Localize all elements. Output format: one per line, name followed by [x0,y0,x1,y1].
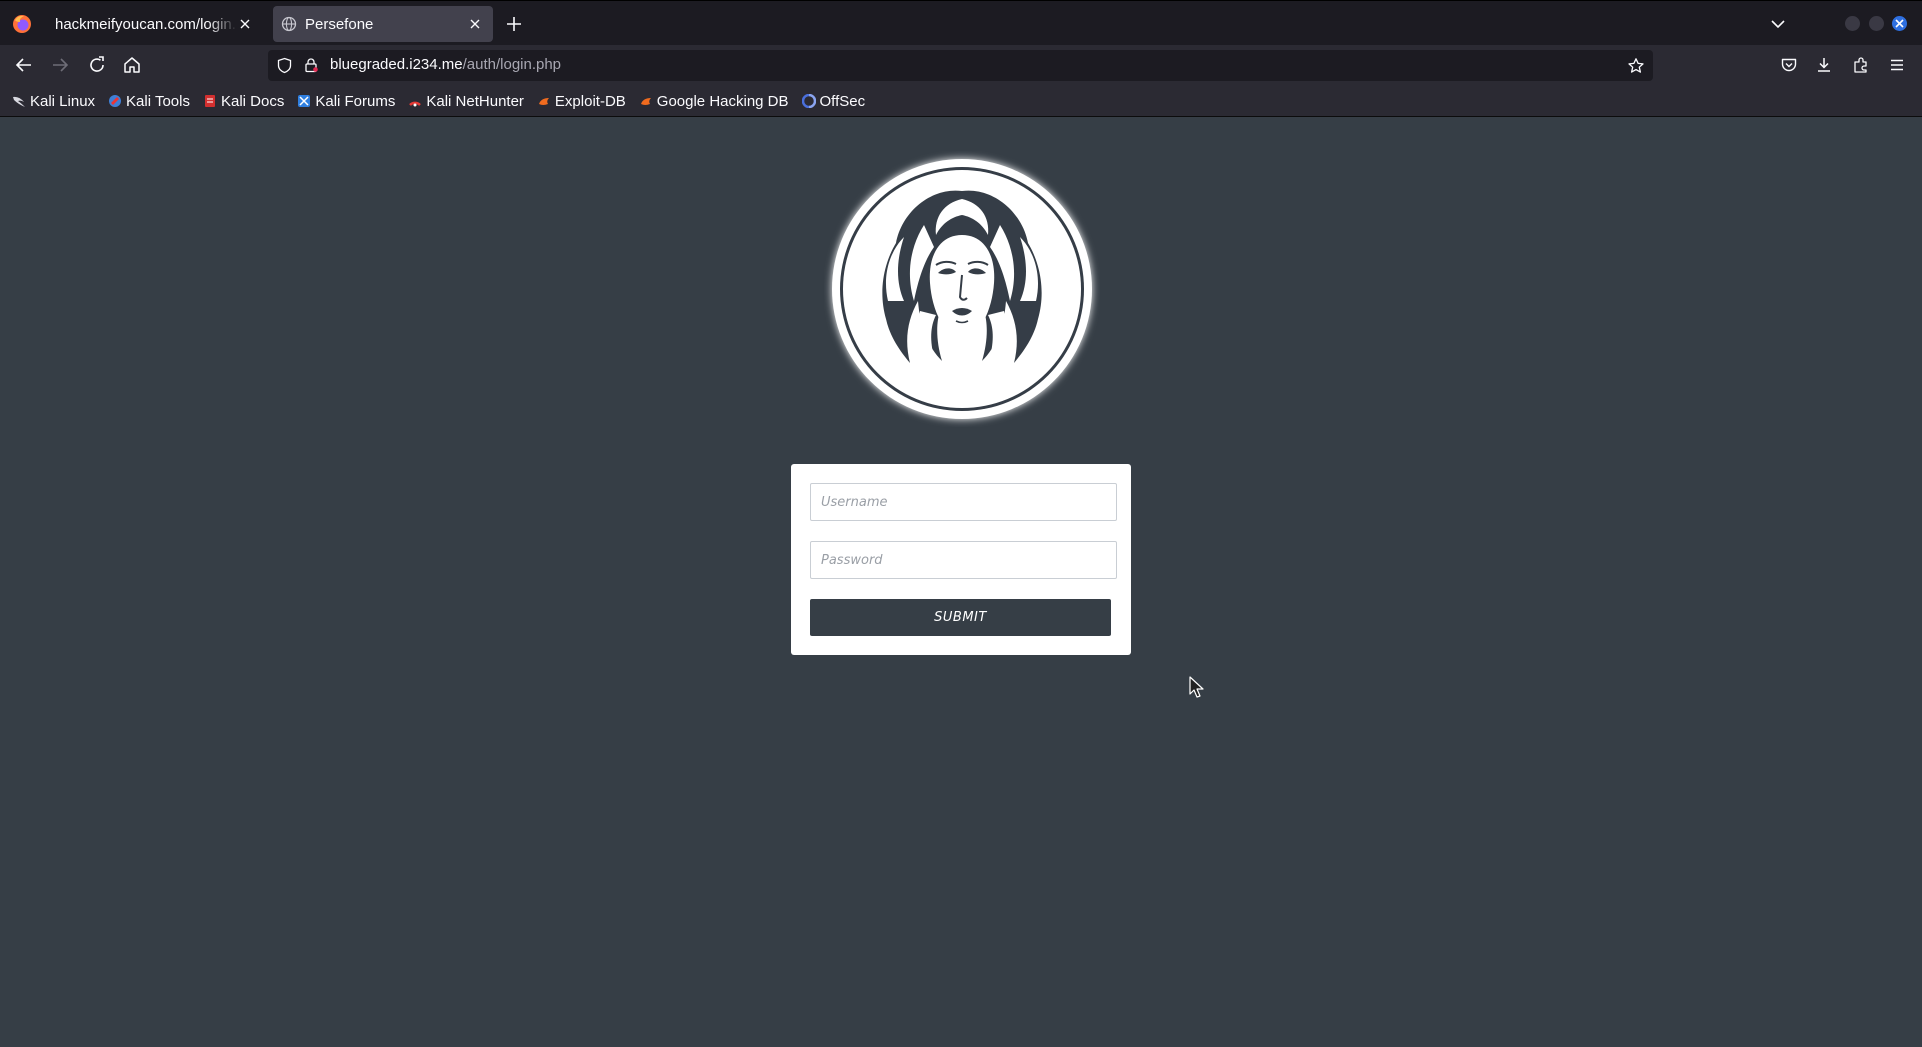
bookmark-label: Exploit-DB [554,92,626,110]
extensions-icon[interactable] [1852,56,1870,74]
bookmark-label: Kali Forums [315,92,396,110]
bookmark-kali-nethunter[interactable]: Kali NetHunter [408,89,524,113]
persephone-logo-icon [832,159,1092,419]
close-tab-icon[interactable] [467,16,483,32]
nethunter-icon [409,101,422,107]
globe-icon [281,16,297,32]
bookmark-label: Kali Linux [30,92,96,110]
close-window-button[interactable] [1892,16,1907,31]
username-input[interactable] [810,483,1117,521]
tracking-protection-shield-icon[interactable] [276,57,293,74]
close-tab-icon[interactable] [237,16,253,32]
back-arrow-icon[interactable] [14,55,34,75]
bookmark-kali-tools[interactable]: Kali Tools [108,89,190,113]
maximize-window-button[interactable] [1869,16,1884,31]
tab-strip: hackmeifyoucan.com/login.php Persefone [0,0,1922,46]
bookmark-label: OffSec [819,92,866,110]
new-tab-icon[interactable] [503,13,525,35]
tab-title: Persefone [305,15,374,33]
kali-forums-icon [298,95,311,107]
kali-tools-icon [109,95,122,107]
bookmark-offsec[interactable]: OffSec [801,89,866,113]
ghdb-icon [640,98,651,105]
bookmark-label: Kali NetHunter [426,92,524,110]
url-path: /auth/login.php [462,56,562,73]
minimize-window-button[interactable] [1845,16,1860,31]
bookmark-kali-docs[interactable]: Kali Docs [203,89,284,113]
tab-title: hackmeifyoucan.com/login.php [55,15,237,33]
bookmarks-toolbar: Kali Linux Kali Tools Kali Docs Kali For… [0,86,1922,117]
exploit-db-icon [538,98,549,105]
offsec-icon [801,94,816,108]
hamburger-menu-icon[interactable] [1888,56,1906,74]
login-form: SUBMIT [791,464,1131,655]
chevron-down-icon[interactable] [1769,15,1787,33]
tab-hackmeifyoucan[interactable]: hackmeifyoucan.com/login.php [43,6,263,42]
page-content: SUBMIT [0,118,1922,1047]
bookmark-kali-linux[interactable]: Kali Linux [12,89,95,113]
firefox-icon[interactable] [12,14,32,34]
url-host: bluegraded.i234.me [330,56,463,73]
tab-persefone[interactable]: Persefone [273,6,493,42]
downloads-icon[interactable] [1815,56,1833,74]
bookmark-kali-forums[interactable]: Kali Forums [297,89,395,113]
bookmark-google-hacking-db[interactable]: Google Hacking DB [639,89,789,113]
mouse-cursor-icon [1189,676,1204,698]
home-icon[interactable] [122,55,142,75]
pocket-icon[interactable] [1780,56,1798,74]
bookmark-label: Google Hacking DB [656,92,789,110]
url-text[interactable]: bluegraded.i234.me/auth/login.php [330,56,561,73]
navigation-toolbar: bluegraded.i234.me/auth/login.php [0,45,1922,86]
bookmark-star-icon[interactable] [1627,57,1645,75]
password-input[interactable] [810,541,1117,579]
reload-icon[interactable] [87,55,107,75]
bookmark-label: Kali Docs [220,92,285,110]
bookmark-label: Kali Tools [126,92,190,110]
kali-dragon-icon [13,96,25,107]
url-bar[interactable]: bluegraded.i234.me/auth/login.php [268,50,1653,81]
kali-docs-icon [204,95,215,107]
bookmark-exploit-db[interactable]: Exploit-DB [537,89,626,113]
lock-icon[interactable] [303,57,319,73]
submit-button[interactable]: SUBMIT [810,599,1111,636]
forward-arrow-icon[interactable] [50,55,70,75]
